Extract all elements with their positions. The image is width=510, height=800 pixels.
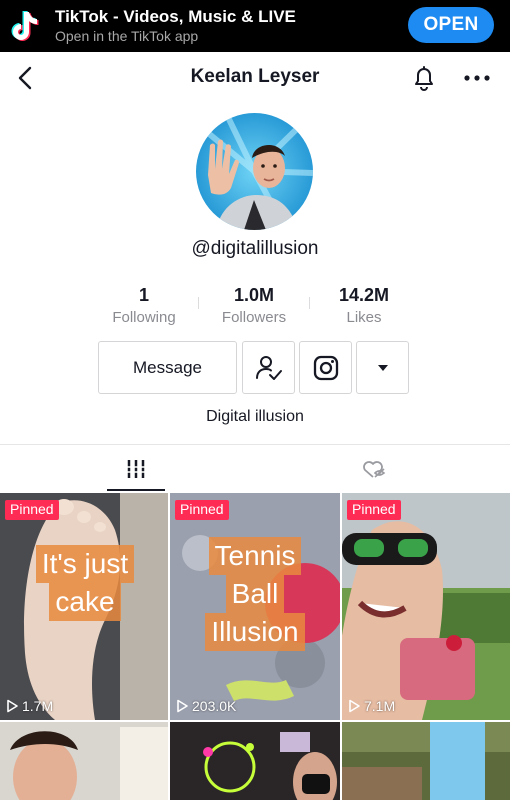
liked-hidden-icon (363, 461, 386, 478)
stat-label: Following (112, 309, 176, 326)
message-button[interactable]: Message (98, 341, 237, 394)
stat-value: 1 (138, 285, 149, 305)
more-icon[interactable] (462, 64, 492, 92)
follow-button[interactable] (242, 341, 295, 394)
instagram-icon (313, 355, 338, 380)
view-count-text: 1.7M (22, 698, 54, 714)
caption-line: Tennis (208, 537, 302, 575)
stat-following[interactable]: 1 Following (89, 284, 199, 329)
pinned-badge: Pinned (175, 500, 229, 520)
video-tile[interactable] (170, 722, 340, 800)
stat-value: 1.0M (233, 285, 275, 305)
active-tab-indicator (107, 489, 165, 491)
caption-line: Ball (225, 575, 285, 613)
stat-followers[interactable]: 1.0M Followers (199, 284, 309, 329)
video-tile[interactable]: Pinned Tennis Ball Illusion 203.0K (170, 493, 340, 720)
follow-user-icon (255, 355, 282, 380)
tiktok-logo-icon (11, 11, 39, 41)
stat-label: Followers (221, 309, 287, 326)
profile-nav-bar: Keelan Leyser (0, 52, 510, 104)
instagram-button[interactable] (299, 341, 352, 394)
pinned-badge: Pinned (5, 500, 59, 520)
caption-line: Illusion (205, 613, 305, 651)
video-caption-overlay: It's just cake (20, 545, 150, 621)
dropdown-caret-icon (377, 364, 388, 371)
caption-line: cake (49, 583, 121, 621)
play-icon (7, 699, 18, 713)
profile-bio: Digital illusion (206, 408, 304, 425)
banner-title: TikTok - Videos, Music & LIVE (55, 7, 296, 26)
stat-likes: 14.2M Likes (309, 284, 419, 329)
bell-icon[interactable] (411, 64, 437, 92)
tab-videos[interactable] (107, 446, 165, 492)
video-tile[interactable] (342, 722, 510, 800)
view-count: 203.0K (176, 698, 236, 714)
stat-value: 14.2M (338, 285, 390, 305)
pinned-badge: Pinned (347, 500, 401, 520)
banner-subtitle: Open in the TikTok app (55, 28, 199, 44)
view-count-text: 7.1M (364, 698, 396, 714)
tab-liked[interactable] (345, 446, 403, 492)
tabs-divider (0, 444, 510, 445)
video-tile[interactable]: Pinned 7.1M (342, 493, 510, 720)
view-count-text: 203.0K (192, 698, 237, 714)
avatar[interactable] (196, 113, 313, 230)
video-tile[interactable] (0, 722, 168, 800)
video-tile[interactable]: Pinned It's just cake 1.7M (0, 493, 168, 720)
open-app-button[interactable]: OPEN (408, 7, 494, 43)
view-count: 7.1M (348, 698, 395, 714)
play-icon (349, 699, 360, 713)
view-count: 1.7M (6, 698, 53, 714)
video-caption-overlay: Tennis Ball Illusion (195, 537, 315, 651)
videos-grid-icon (126, 460, 146, 478)
more-options-dropdown[interactable] (356, 341, 409, 394)
caption-line: It's just (35, 545, 135, 583)
stat-label: Likes (346, 309, 382, 326)
profile-username: @digitalillusion (191, 238, 319, 259)
app-download-banner: TikTok - Videos, Music & LIVE Open in th… (0, 0, 510, 52)
play-icon (177, 699, 188, 713)
